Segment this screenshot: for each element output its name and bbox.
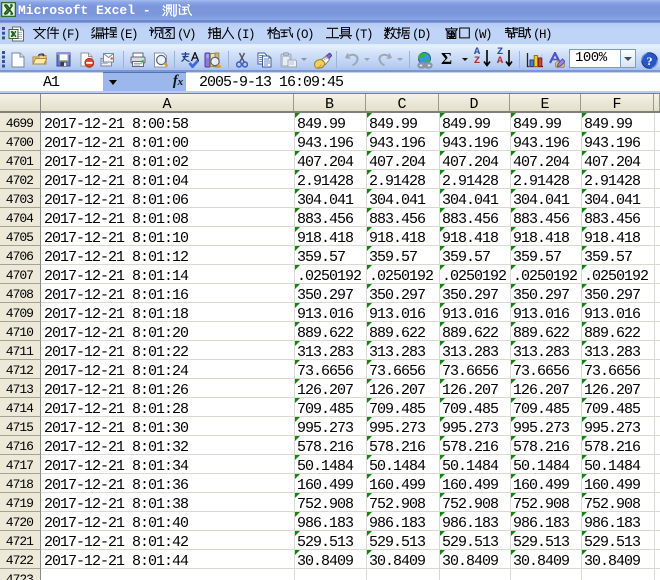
svg-text:?: ? <box>646 54 652 68</box>
